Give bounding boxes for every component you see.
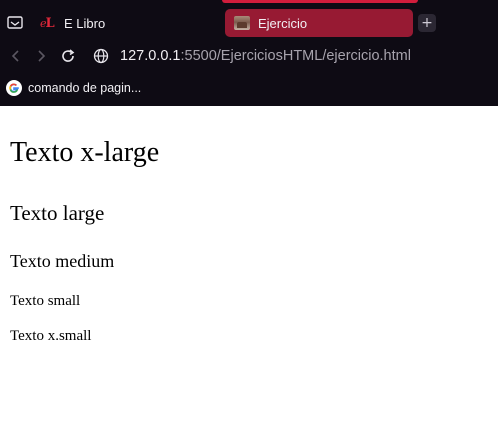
reload-icon bbox=[62, 49, 75, 62]
globe-icon[interactable] bbox=[92, 47, 110, 65]
text-medium: Texto medium bbox=[10, 251, 115, 271]
text-x-large: Texto x-large bbox=[10, 137, 160, 168]
tab-title: Ejercicio bbox=[258, 15, 308, 31]
bookmarks-bar: comando de pagin... bbox=[0, 76, 498, 100]
bookmark-item[interactable]: comando de pagin... bbox=[4, 78, 141, 98]
tab-strip: eL E Libro Ejercicio + bbox=[0, 6, 498, 40]
text-large: Texto large bbox=[10, 201, 105, 225]
text-small: Texto small bbox=[10, 293, 81, 309]
back-button[interactable] bbox=[4, 44, 28, 68]
bookmark-label: comando de pagin... bbox=[28, 81, 142, 95]
url-path: :5500/EjerciciosHTML/ejercicio.html bbox=[180, 48, 411, 64]
navigation-toolbar: 127.0.0.1:5500/EjerciciosHTML/ejercicio.… bbox=[0, 40, 498, 72]
forward-button[interactable] bbox=[29, 44, 53, 68]
browser-chrome: eL E Libro Ejercicio + 127.0.0.1:5500/Ej… bbox=[0, 0, 498, 106]
address-bar[interactable]: 127.0.0.1:5500/EjerciciosHTML/ejercicio.… bbox=[120, 46, 411, 66]
text-x-small: Texto x.small bbox=[10, 328, 92, 344]
arrow-left-icon bbox=[11, 50, 19, 62]
reload-button[interactable] bbox=[56, 44, 80, 68]
active-tab-accent bbox=[222, 0, 418, 3]
tab-elibro[interactable]: eL E Libro bbox=[34, 9, 220, 37]
tab-title: E Libro bbox=[64, 15, 106, 31]
elibro-logo-icon: eL bbox=[40, 15, 55, 31]
page-thumbnail-icon bbox=[234, 16, 250, 30]
tab-ejercicio[interactable]: Ejercicio bbox=[225, 9, 413, 37]
google-icon bbox=[6, 80, 22, 96]
url-host: 127.0.0.1 bbox=[120, 48, 181, 64]
arrow-right-icon bbox=[38, 50, 46, 62]
page-content: Texto x-large Texto large Texto medium T… bbox=[0, 106, 498, 427]
new-tab-button[interactable]: + bbox=[418, 14, 436, 32]
plus-icon: + bbox=[421, 15, 433, 31]
tab-list-icon[interactable] bbox=[6, 15, 24, 31]
